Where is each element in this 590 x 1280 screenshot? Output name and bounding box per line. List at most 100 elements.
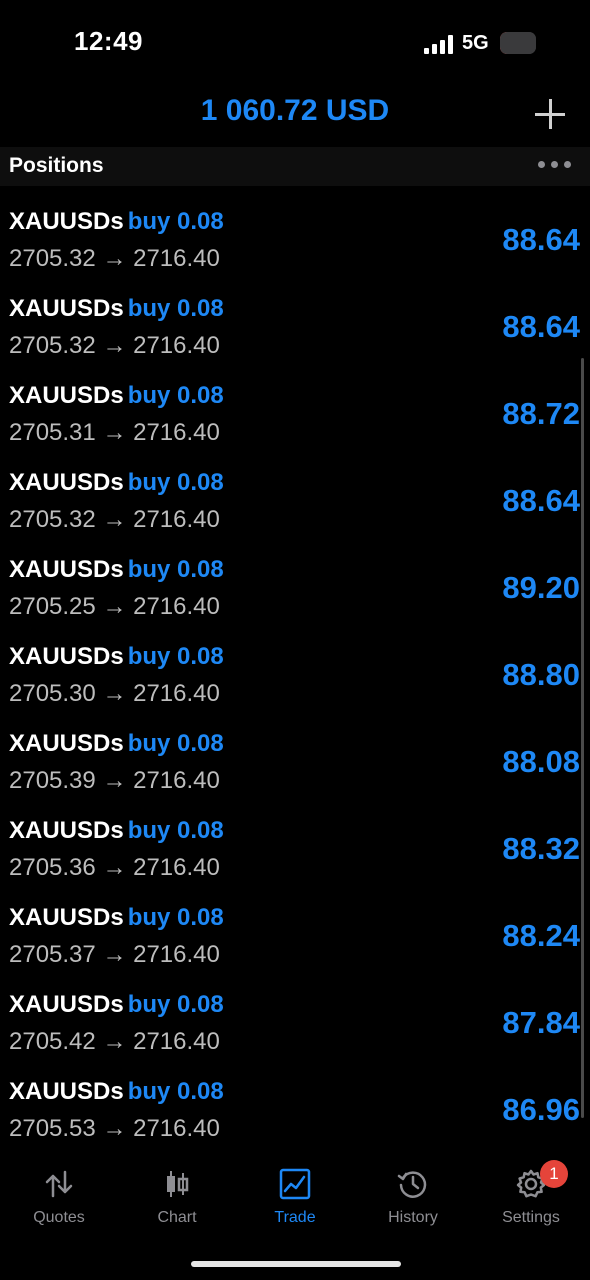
position-row[interactable]: XAUUSDs buy 0.08 2705.37 → 2716.40 88.24: [0, 896, 590, 983]
position-side-volume: buy 0.08: [127, 1078, 224, 1105]
position-symbol: XAUUSDs: [9, 208, 124, 235]
position-symbol: XAUUSDs: [9, 295, 124, 322]
scrollbar[interactable]: [581, 358, 584, 1118]
current-price: 2716.40: [133, 680, 220, 707]
section-title: Positions: [9, 154, 104, 177]
arrow-right-icon: →: [102, 506, 127, 533]
position-title: XAUUSDs buy 0.08: [9, 295, 224, 323]
current-price: 2716.40: [133, 1115, 220, 1142]
position-title: XAUUSDs buy 0.08: [9, 1078, 224, 1106]
add-order-button[interactable]: [532, 96, 568, 132]
position-side-volume: buy 0.08: [127, 730, 224, 757]
tab-label: Settings: [502, 1209, 560, 1226]
tab-history[interactable]: History: [354, 1160, 472, 1240]
position-side-volume: buy 0.08: [127, 469, 224, 496]
open-price: 2705.30: [9, 680, 96, 707]
positions-section-header: Positions: [0, 147, 590, 186]
position-title: XAUUSDs buy 0.08: [9, 208, 224, 236]
position-prices: 2705.32 → 2716.40: [9, 332, 220, 360]
position-profit: 88.08: [502, 744, 580, 779]
position-title: XAUUSDs buy 0.08: [9, 643, 224, 671]
arrow-right-icon: →: [102, 941, 127, 968]
position-profit: 88.64: [502, 309, 580, 344]
position-prices: 2705.32 → 2716.40: [9, 245, 220, 273]
cellular-signal-icon: [424, 34, 454, 54]
tab-label: Trade: [274, 1209, 316, 1226]
position-prices: 2705.25 → 2716.40: [9, 593, 220, 621]
position-row[interactable]: XAUUSDs buy 0.08 2705.32 → 2716.40 88.64: [0, 461, 590, 548]
position-title: XAUUSDs buy 0.08: [9, 730, 224, 758]
position-row[interactable]: XAUUSDs buy 0.08 2705.53 → 2716.40 86.96: [0, 1070, 590, 1157]
open-price: 2705.25: [9, 593, 96, 620]
current-price: 2716.40: [133, 1028, 220, 1055]
position-title: XAUUSDs buy 0.08: [9, 904, 224, 932]
position-title: XAUUSDs buy 0.08: [9, 817, 224, 845]
position-prices: 2705.53 → 2716.40: [9, 1115, 220, 1143]
status-time: 12:49: [74, 26, 143, 56]
position-profit: 88.72: [502, 396, 580, 431]
tab-settings[interactable]: Settings: [472, 1160, 590, 1240]
position-profit: 88.32: [502, 831, 580, 866]
position-side-volume: buy 0.08: [127, 991, 224, 1018]
position-symbol: XAUUSDs: [9, 556, 124, 583]
arrow-right-icon: →: [102, 245, 127, 272]
position-title: XAUUSDs buy 0.08: [9, 556, 224, 584]
tab-chart[interactable]: Chart: [118, 1160, 236, 1240]
positions-list: XAUUSDs buy 0.08 2705.32 → 2716.40 88.64 XAU…: [0, 200, 590, 1157]
candlestick-icon: [167, 1171, 189, 1197]
open-price: 2705.36: [9, 854, 96, 881]
position-symbol: XAUUSDs: [9, 643, 124, 670]
more-options-icon[interactable]: [538, 161, 572, 171]
position-row[interactable]: XAUUSDs buy 0.08 2705.42 → 2716.40 87.84: [0, 983, 590, 1070]
arrow-right-icon: →: [102, 332, 127, 359]
position-row[interactable]: XAUUSDs buy 0.08 2705.30 → 2716.40 88.80: [0, 635, 590, 722]
position-symbol: XAUUSDs: [9, 382, 124, 409]
position-prices: 2705.37 → 2716.40: [9, 941, 220, 969]
tab-label: Chart: [157, 1209, 197, 1226]
quotes-arrows-icon: [45, 1170, 73, 1198]
position-symbol: XAUUSDs: [9, 991, 124, 1018]
open-price: 2705.42: [9, 1028, 96, 1055]
position-symbol: XAUUSDs: [9, 730, 124, 757]
arrow-right-icon: →: [102, 593, 127, 620]
network-type: 5G: [462, 32, 489, 54]
tab-trade[interactable]: Trade: [236, 1160, 354, 1240]
tab-label: History: [388, 1209, 438, 1226]
position-side-volume: buy 0.08: [127, 643, 224, 670]
position-row[interactable]: XAUUSDs buy 0.08 2705.32 → 2716.40 88.64: [0, 287, 590, 374]
position-side-volume: buy 0.08: [127, 382, 224, 409]
position-symbol: XAUUSDs: [9, 1078, 124, 1105]
position-prices: 2705.32 → 2716.40: [9, 506, 220, 534]
position-row[interactable]: XAUUSDs buy 0.08 2705.31 → 2716.40 88.72: [0, 374, 590, 461]
open-price: 2705.32: [9, 245, 96, 272]
position-profit: 86.96: [502, 1092, 580, 1127]
settings-notification-badge: 1: [540, 1160, 568, 1188]
position-prices: 2705.31 → 2716.40: [9, 419, 220, 447]
position-prices: 2705.39 → 2716.40: [9, 767, 220, 795]
status-bar: 12:49 5G 19: [0, 0, 590, 90]
position-symbol: XAUUSDs: [9, 904, 124, 931]
open-price: 2705.53: [9, 1115, 96, 1142]
position-side-volume: buy 0.08: [127, 295, 224, 322]
position-profit: 88.24: [502, 918, 580, 953]
history-clock-icon: [397, 1171, 427, 1198]
position-row[interactable]: XAUUSDs buy 0.08 2705.36 → 2716.40 88.32: [0, 809, 590, 896]
battery-nub: [500, 32, 536, 54]
position-title: XAUUSDs buy 0.08: [9, 382, 224, 410]
current-price: 2716.40: [133, 332, 220, 359]
position-symbol: XAUUSDs: [9, 469, 124, 496]
account-balance: 1 060.72 USD: [200, 94, 390, 127]
position-profit: 88.64: [502, 483, 580, 518]
position-profit: 89.20: [502, 570, 580, 605]
position-row[interactable]: XAUUSDs buy 0.08 2705.25 → 2716.40 89.20: [0, 548, 590, 635]
home-indicator[interactable]: [191, 1261, 401, 1267]
position-profit: 88.80: [502, 657, 580, 692]
tab-label: Quotes: [33, 1209, 85, 1226]
current-price: 2716.40: [133, 245, 220, 272]
position-prices: 2705.30 → 2716.40: [9, 680, 220, 708]
tab-quotes[interactable]: Quotes: [0, 1160, 118, 1240]
position-row[interactable]: XAUUSDs buy 0.08 2705.32 → 2716.40 88.64: [0, 200, 590, 287]
position-prices: 2705.42 → 2716.40: [9, 1028, 220, 1056]
position-row[interactable]: XAUUSDs buy 0.08 2705.39 → 2716.40 88.08: [0, 722, 590, 809]
position-profit: 87.84: [502, 1005, 580, 1040]
